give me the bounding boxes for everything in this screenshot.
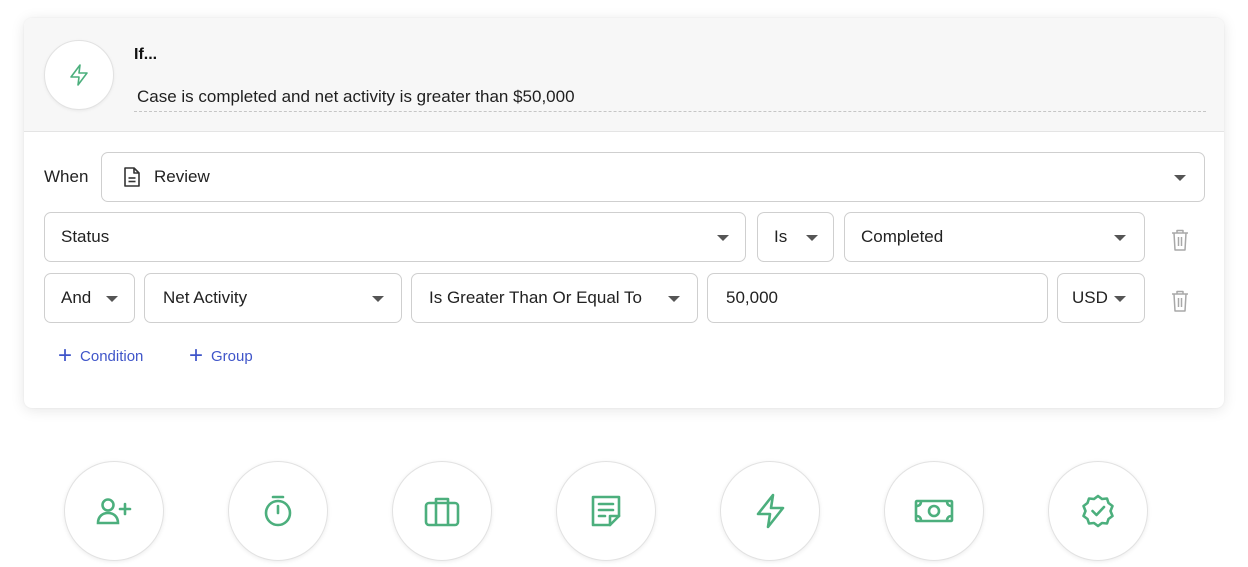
condition-operator-value: Is bbox=[774, 227, 788, 246]
chevron-down-icon bbox=[806, 235, 818, 241]
rule-header: If... bbox=[24, 18, 1224, 132]
condition-value: Completed bbox=[861, 227, 944, 246]
rule-description-input[interactable] bbox=[134, 78, 1206, 112]
verify-action-button[interactable] bbox=[1048, 461, 1148, 561]
plus-icon: + bbox=[58, 342, 73, 369]
chevron-down-icon bbox=[1114, 296, 1126, 302]
document-icon bbox=[122, 166, 142, 188]
chevron-down-icon bbox=[1114, 235, 1126, 241]
add-group-button[interactable]: + Group bbox=[189, 344, 253, 368]
condition-operator-select[interactable]: Is Greater Than Or Equal To bbox=[411, 273, 698, 323]
chevron-down-icon bbox=[717, 235, 729, 241]
condition-value-input[interactable]: 50,000 bbox=[707, 273, 1048, 323]
timer-action-button[interactable] bbox=[228, 461, 328, 561]
when-entity-select[interactable]: Review bbox=[101, 152, 1205, 202]
delete-condition-button[interactable] bbox=[1169, 288, 1191, 314]
condition-field-value: Net Activity bbox=[163, 288, 248, 307]
condition-operator-value: Is Greater Than Or Equal To bbox=[429, 288, 642, 307]
chevron-down-icon bbox=[1174, 175, 1186, 181]
delete-condition-button[interactable] bbox=[1169, 227, 1191, 253]
chevron-down-icon bbox=[668, 296, 680, 302]
briefcase-icon bbox=[424, 495, 460, 527]
condition-field-select[interactable]: Status bbox=[44, 212, 746, 262]
condition-operator-select[interactable]: Is bbox=[757, 212, 834, 262]
add-user-action-button[interactable] bbox=[64, 461, 164, 561]
add-group-label: Group bbox=[211, 347, 253, 365]
chevron-down-icon bbox=[372, 296, 384, 302]
trigger-action-button[interactable] bbox=[720, 461, 820, 561]
condition-field-value: Status bbox=[61, 227, 110, 246]
case-action-button[interactable] bbox=[392, 461, 492, 561]
payment-action-button[interactable] bbox=[884, 461, 984, 561]
chevron-down-icon bbox=[106, 296, 118, 302]
trash-icon bbox=[1170, 228, 1190, 252]
add-user-icon bbox=[95, 496, 133, 526]
add-condition-button[interactable]: + Condition bbox=[58, 344, 143, 368]
add-condition-label: Condition bbox=[80, 347, 144, 365]
plus-icon: + bbox=[189, 342, 204, 369]
stopwatch-icon bbox=[262, 494, 294, 528]
lightning-icon bbox=[753, 492, 787, 530]
verified-badge-icon bbox=[1080, 493, 1116, 529]
money-icon bbox=[914, 498, 954, 524]
when-entity-value: Review bbox=[154, 167, 210, 186]
trash-icon bbox=[1170, 289, 1190, 313]
note-action-button[interactable] bbox=[556, 461, 656, 561]
currency-select[interactable]: USD bbox=[1057, 273, 1145, 323]
trigger-icon-button[interactable] bbox=[44, 40, 114, 110]
currency-value: USD bbox=[1072, 288, 1108, 307]
if-label: If... bbox=[134, 46, 158, 63]
condition-connector-select[interactable]: And bbox=[44, 273, 135, 323]
lightning-icon bbox=[67, 63, 91, 87]
condition-value: 50,000 bbox=[726, 288, 778, 307]
condition-connector-value: And bbox=[61, 288, 92, 307]
when-label: When bbox=[44, 167, 89, 186]
condition-field-select[interactable]: Net Activity bbox=[144, 273, 402, 323]
condition-value-select[interactable]: Completed bbox=[844, 212, 1145, 262]
rule-card: If... When Review Status Is Completed bbox=[24, 18, 1224, 408]
note-icon bbox=[590, 494, 622, 528]
